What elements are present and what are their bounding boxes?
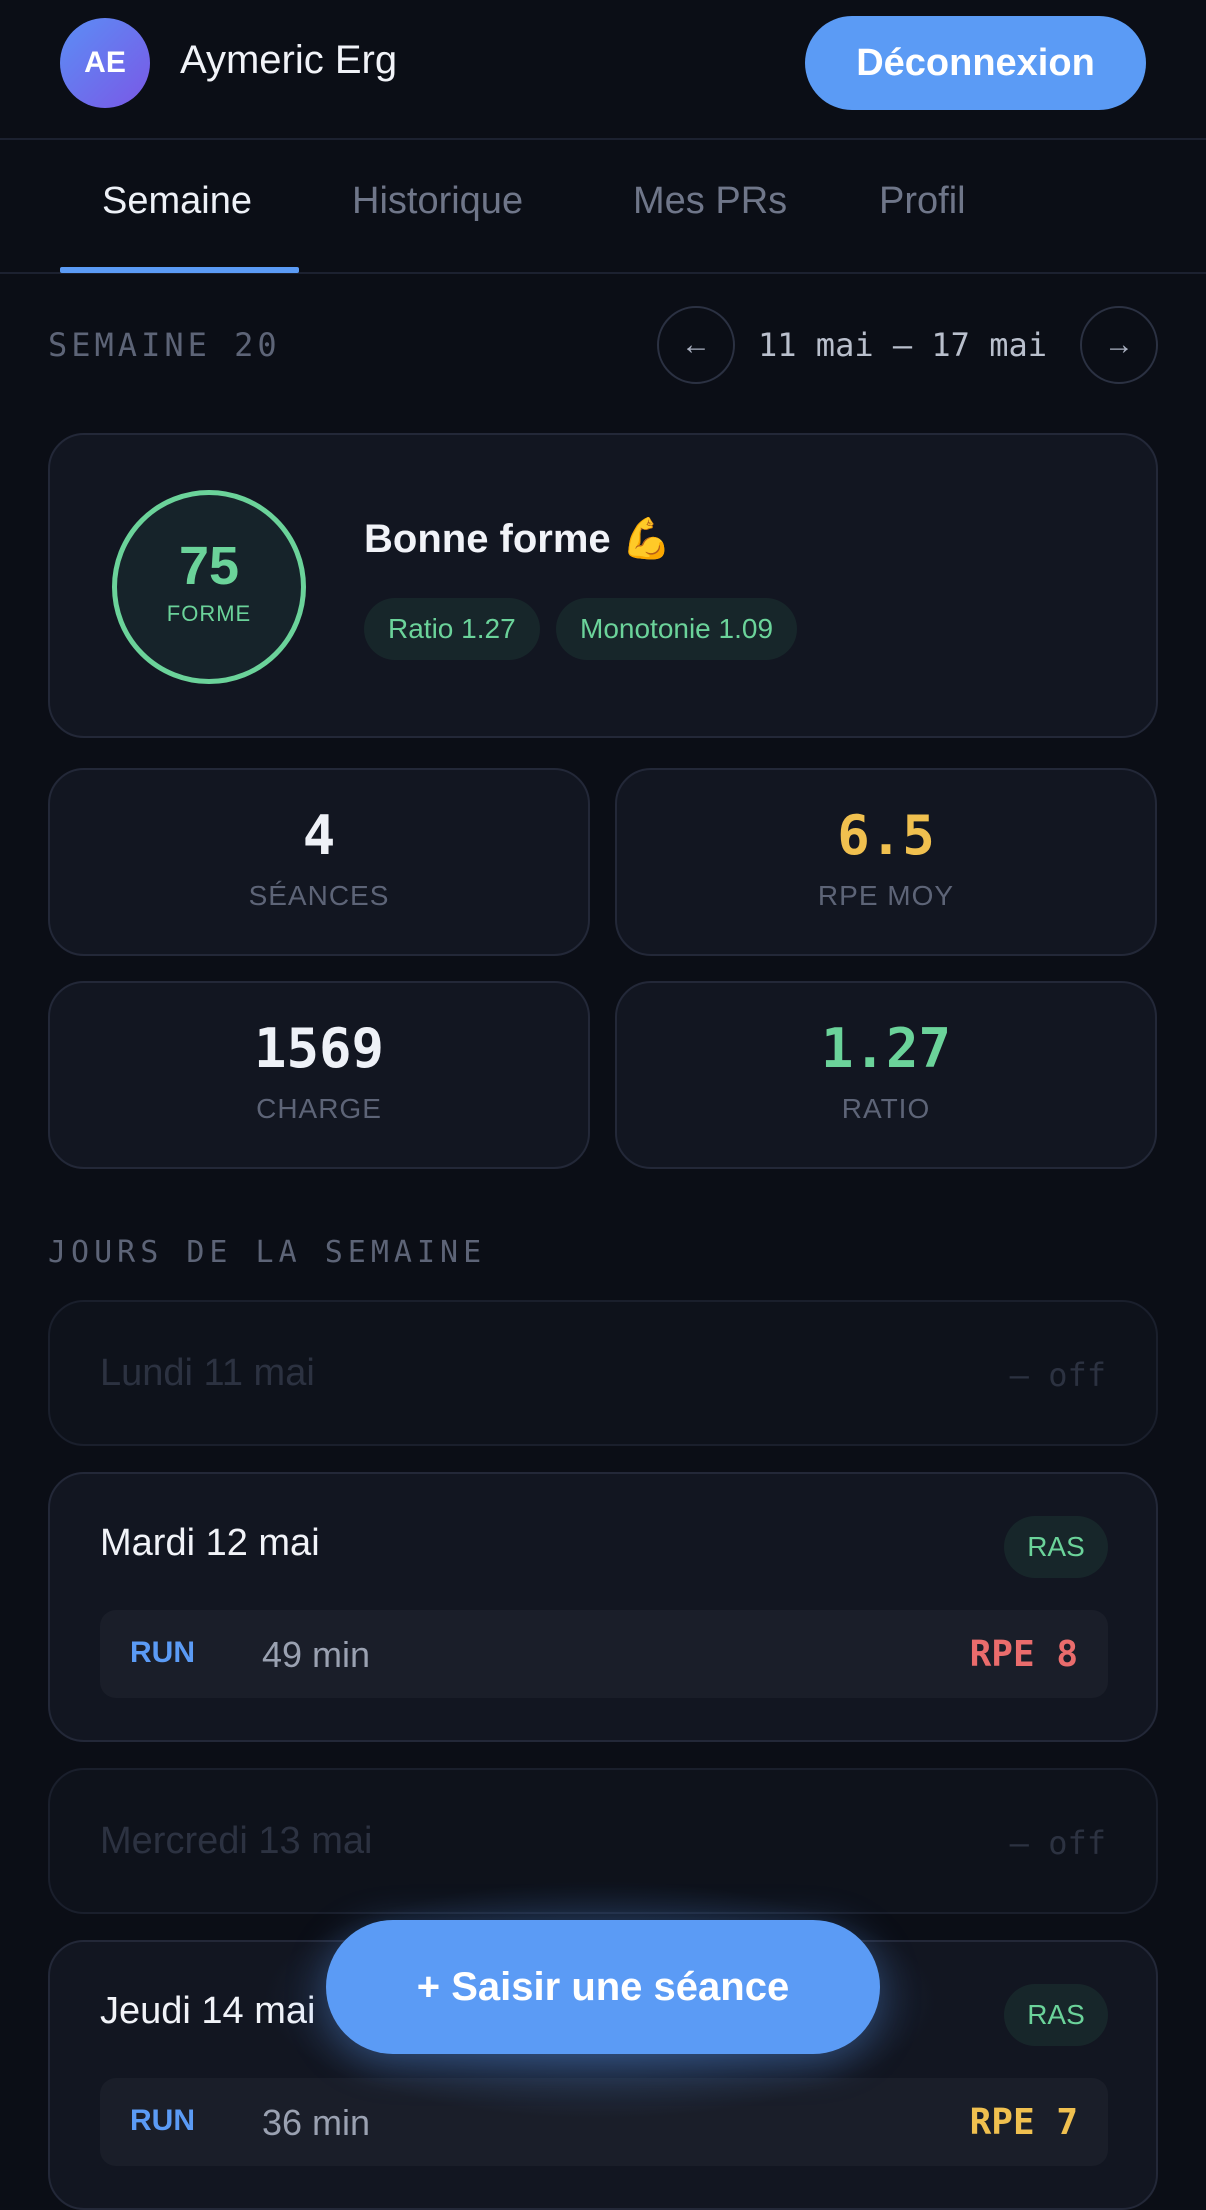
stat-card-ratio: 1.27 RATIO [615,981,1157,1169]
avatar[interactable]: AE [60,18,150,108]
day-card-mardi[interactable]: Mardi 12 mai RAS RUN 49 min RPE 8 [48,1472,1158,1742]
forme-score: 75 [178,536,240,596]
stat-value: 1.27 [820,1017,952,1080]
stat-value: 4 [302,804,336,867]
tab-bar: Semaine Historique Mes PRs Profil [0,142,1206,274]
next-week-button[interactable]: → [1080,306,1158,384]
status-badge: RAS [1004,1516,1108,1578]
ratio-pill: Ratio 1.27 [364,598,540,660]
stat-label: RPE MOY [817,880,955,911]
top-bar: AE Aymeric Erg Déconnexion [0,0,1206,140]
stat-label: CHARGE [256,1093,382,1124]
tab-semaine[interactable]: Semaine [102,180,252,223]
session-rpe: RPE 8 [969,1634,1078,1675]
stat-value: 1569 [253,1017,385,1080]
day-card-lundi[interactable]: Lundi 11 mai — off [48,1300,1158,1446]
stat-value: 6.5 [837,804,935,867]
stat-card-seances: 4 SÉANCES [48,768,590,956]
forme-score-ring: 75 FORME [112,490,306,684]
logout-button[interactable]: Déconnexion [805,16,1146,110]
stat-card-rpe-moy: 6.5 RPE MOY [615,768,1157,956]
day-off-status: — off [1009,1824,1106,1862]
stat-card-charge: 1569 CHARGE [48,981,590,1169]
day-name: Mardi 12 mai [100,1522,320,1564]
monotonie-pill: Monotonie 1.09 [556,598,798,660]
day-name: Lundi 11 mai [100,1352,315,1394]
stat-label: SÉANCES [248,880,390,911]
week-range: 11 mai — 17 mai [758,326,1047,364]
stat-label: RATIO [841,1093,931,1124]
session-sport: RUN [130,2104,195,2137]
tab-historique[interactable]: Historique [352,180,523,223]
days-section-title: JOURS DE LA SEMAINE [48,1235,487,1270]
session-sport: RUN [130,1636,195,1669]
session-row[interactable]: RUN 49 min RPE 8 [100,1610,1108,1698]
add-session-button[interactable]: + Saisir une séance [326,1920,880,2054]
day-off-status: — off [1009,1356,1106,1394]
session-duration: 49 min [262,1634,371,1675]
previous-week-button[interactable]: ← [657,306,735,384]
arrow-right-icon: → [1104,328,1134,361]
tab-mes-prs[interactable]: Mes PRs [633,180,787,223]
forme-score-label: FORME [166,601,252,626]
day-name: Mercredi 13 mai [100,1820,373,1862]
week-label: SEMAINE 20 [48,326,281,364]
forme-card: 75 FORME Bonne forme 💪 Ratio 1.27 Monoto… [48,433,1158,738]
username: Aymeric Erg [180,38,398,82]
active-tab-indicator [60,267,299,273]
session-rpe: RPE 7 [969,2102,1078,2143]
forme-title: Bonne forme 💪 [364,517,672,561]
status-badge: RAS [1004,1984,1108,2046]
tab-profil[interactable]: Profil [879,180,966,223]
arrow-left-icon: ← [681,328,711,361]
